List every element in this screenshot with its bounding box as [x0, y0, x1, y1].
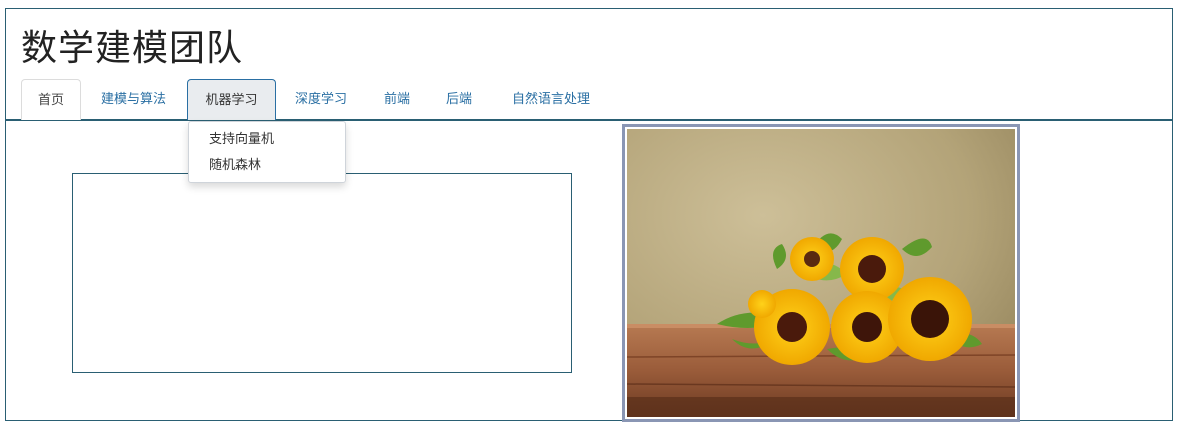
sunflower-photo	[627, 129, 1015, 417]
dropdown-item-random-forest[interactable]: 随机森林	[189, 153, 345, 179]
tab-home[interactable]: 首页	[21, 79, 81, 120]
content-box	[72, 173, 572, 373]
tab-deep-learning[interactable]: 深度学习	[281, 79, 361, 120]
page-container: 数学建模团队 首页 建模与算法 机器学习 深度学习 前端 后端 自然语言处理 支…	[5, 8, 1173, 422]
site-title: 数学建模团队	[21, 28, 244, 69]
tab-backend[interactable]: 后端	[433, 79, 485, 120]
nav-tabs: 首页 建模与算法 机器学习 深度学习 前端 后端 自然语言处理	[6, 79, 1172, 121]
tab-modeling-algorithms[interactable]: 建模与算法	[86, 79, 181, 120]
tab-machine-learning[interactable]: 机器学习	[187, 79, 276, 120]
photo-frame	[622, 124, 1020, 422]
tab-nlp[interactable]: 自然语言处理	[496, 79, 606, 120]
tab-frontend[interactable]: 前端	[371, 79, 423, 120]
machine-learning-dropdown: 支持向量机 随机森林	[188, 121, 346, 183]
dropdown-item-svm[interactable]: 支持向量机	[189, 127, 345, 153]
